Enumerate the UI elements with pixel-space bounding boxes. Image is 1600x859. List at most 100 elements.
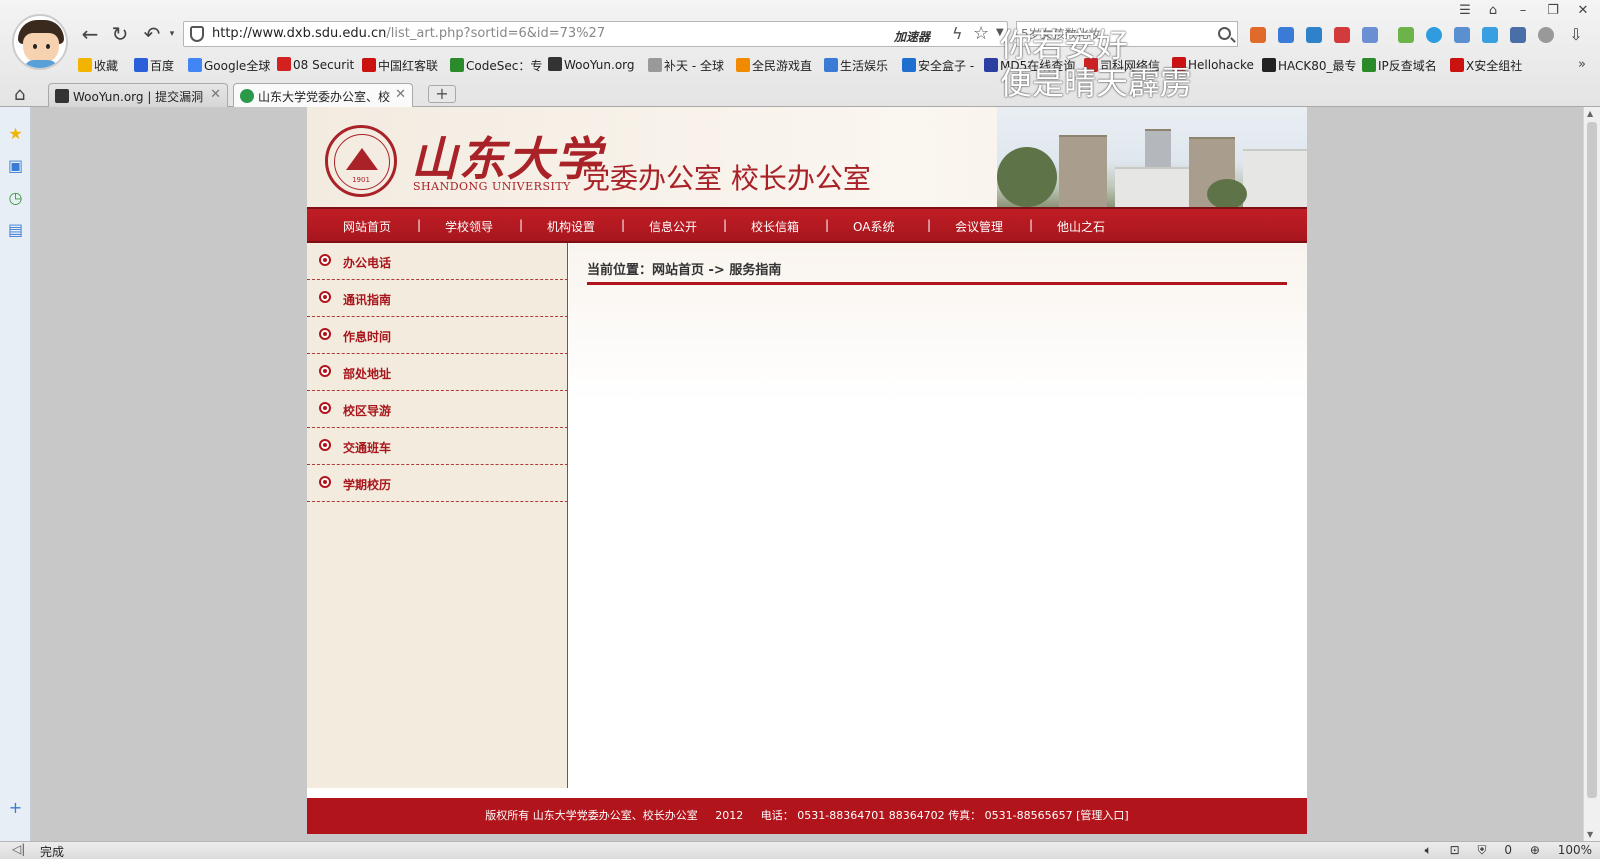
- google-icon: [188, 58, 202, 72]
- find-icon[interactable]: [1306, 27, 1322, 43]
- bullet-icon: [319, 365, 331, 377]
- scroll-down-icon[interactable]: ▼: [1587, 830, 1593, 839]
- menu-item[interactable]: 部处地址: [307, 354, 568, 391]
- lightning-icon[interactable]: ϟ: [952, 24, 963, 43]
- bookmark-item[interactable]: 补天 - 全球: [648, 57, 724, 74]
- nav-item[interactable]: 学校领导: [445, 218, 493, 235]
- close-tab-icon[interactable]: ✕: [210, 87, 221, 102]
- bullet-icon: [319, 291, 331, 303]
- nav-item[interactable]: 信息公开: [649, 218, 697, 235]
- bookmark-item[interactable]: 08 Securit: [277, 57, 354, 72]
- new-tab-button[interactable]: +: [428, 85, 456, 103]
- bookmark-item[interactable]: 收藏: [78, 57, 118, 74]
- tab-sdu[interactable]: 山东大学党委办公室、校 ✕: [233, 83, 413, 107]
- bookmark-item[interactable]: 生活娱乐: [824, 57, 888, 74]
- office-title: 党委办公室 校长办公室: [582, 162, 871, 195]
- nav-item[interactable]: OA系统: [853, 218, 894, 235]
- sidebar-toggle-icon[interactable]: ◁|: [12, 842, 25, 856]
- bookmark-label: X安全组社: [1466, 59, 1523, 73]
- nav-item[interactable]: 校长信箱: [751, 218, 799, 235]
- download-icon[interactable]: ⇩: [1568, 27, 1584, 43]
- hack80-icon: [1262, 58, 1276, 72]
- reading-icon[interactable]: ▣: [7, 157, 24, 174]
- favorites-icon[interactable]: ★: [7, 125, 24, 142]
- bullet-icon: [319, 439, 331, 451]
- screenshot-icon[interactable]: [1278, 27, 1294, 43]
- volume-icon[interactable]: 🔈︎: [1425, 843, 1432, 857]
- undo-dropdown-icon[interactable]: ▾: [160, 22, 184, 46]
- page-scrollbar[interactable]: ▲ ▼: [1583, 107, 1600, 841]
- scissors-icon[interactable]: [1362, 27, 1378, 43]
- add-sidebar-icon[interactable]: +: [7, 799, 24, 816]
- menu-item[interactable]: 交通班车: [307, 428, 568, 465]
- tab-wooyun[interactable]: WooYun.org | 提交漏洞 ✕: [48, 83, 228, 107]
- bookmark-item[interactable]: CodeSec：专: [450, 57, 542, 74]
- bullet-icon: [319, 476, 331, 488]
- user-avatar[interactable]: [12, 14, 68, 70]
- menu-item[interactable]: 办公电话: [307, 243, 568, 280]
- capture-icon[interactable]: ⊡: [1450, 843, 1460, 857]
- zoom-icon[interactable]: ⊕ 100%: [1530, 843, 1592, 857]
- scroll-thumb[interactable]: [1587, 122, 1597, 798]
- bookmark-label: 全民游戏直: [752, 59, 813, 73]
- bookmark-item[interactable]: 中国红客联: [362, 57, 438, 74]
- bullet-icon: [319, 402, 331, 414]
- admin-link[interactable]: [管理入口]: [1076, 809, 1129, 822]
- send-icon[interactable]: [1510, 27, 1526, 43]
- bookmark-label: HACK80_最专: [1278, 59, 1357, 73]
- back-icon[interactable]: ←: [78, 22, 102, 46]
- nav-separator: |: [723, 218, 728, 232]
- nav-item[interactable]: 会议管理: [955, 218, 1003, 235]
- game-icon[interactable]: [1398, 27, 1414, 43]
- adblock-icon[interactable]: ⛨ 0: [1478, 843, 1512, 857]
- tab-label: WooYun.org | 提交漏洞: [73, 90, 204, 104]
- address-url[interactable]: http://www.dxb.sdu.edu.cn/list_art.php?s…: [212, 26, 605, 41]
- search-icon[interactable]: [1218, 27, 1231, 40]
- address-bar[interactable]: http://www.dxb.sdu.edu.cn/list_art.php?s…: [183, 21, 1008, 47]
- menu-item[interactable]: 通讯指南: [307, 280, 568, 317]
- bookmark-item[interactable]: X安全组社: [1450, 57, 1522, 74]
- bookmark-item[interactable]: 全民游戏直: [736, 57, 812, 74]
- bookmark-item[interactable]: WooYun.org: [548, 57, 635, 72]
- bookmark-item[interactable]: 百度: [134, 57, 174, 74]
- secbox-icon: [902, 58, 916, 72]
- close-tab-icon[interactable]: ✕: [395, 87, 406, 102]
- menu-item-label: 校区导游: [343, 404, 392, 418]
- notes-icon[interactable]: ▤: [7, 221, 24, 238]
- restore-icon[interactable]: ❐: [1544, 3, 1562, 18]
- bookmark-item[interactable]: IP反查域名: [1362, 57, 1437, 74]
- tab-label: 山东大学党委办公室、校: [258, 90, 391, 104]
- bookmarks-overflow-icon[interactable]: »: [1578, 57, 1586, 72]
- bookmark-item[interactable]: Google全球: [188, 57, 270, 74]
- menu-item[interactable]: 校区导游: [307, 391, 568, 428]
- codesec-icon: [450, 58, 464, 72]
- bookmark-item[interactable]: HACK80_最专: [1262, 57, 1357, 74]
- nav-item[interactable]: 网站首页: [343, 218, 391, 235]
- menu-icon[interactable]: ☰: [1456, 3, 1474, 18]
- bookmark-label: 百度: [150, 59, 175, 73]
- menu-item[interactable]: 学期校历: [307, 465, 568, 502]
- accelerator-label[interactable]: 加速器: [894, 28, 930, 45]
- cloud-icon[interactable]: [1482, 27, 1498, 43]
- nav-item[interactable]: 他山之石: [1057, 218, 1105, 235]
- bookmark-star-icon[interactable]: ☆: [973, 23, 989, 44]
- wrench-icon[interactable]: [1454, 27, 1470, 43]
- site-nav: 网站首页 | 学校领导 | 机构设置 | 信息公开 | 校长信箱 | OA系统 | 会议管理 | 他山之石: [307, 207, 1307, 243]
- extension-icon[interactable]: [1250, 27, 1266, 43]
- home-icon[interactable]: ⌂: [14, 84, 25, 105]
- calendar-icon[interactable]: [1334, 27, 1350, 43]
- history-icon[interactable]: ◷: [7, 189, 24, 206]
- bookmark-item[interactable]: 安全盒子 -: [902, 57, 974, 74]
- more-icon[interactable]: [1538, 27, 1554, 43]
- close-window-icon[interactable]: ✕: [1574, 3, 1592, 18]
- scroll-up-icon[interactable]: ▲: [1587, 109, 1593, 118]
- minimize-icon[interactable]: –: [1514, 3, 1532, 18]
- menu-item[interactable]: 作息时间: [307, 317, 568, 354]
- nav-item[interactable]: 机构设置: [547, 218, 595, 235]
- web-page: 1901 山东大学 SHANDONG UNIVERSITY 党委办公室 校长办公…: [307, 107, 1307, 834]
- reload-icon[interactable]: ↻: [108, 22, 132, 46]
- skin-icon[interactable]: ⌂: [1484, 3, 1502, 18]
- status-text: 完成: [40, 845, 65, 859]
- globe-icon[interactable]: [1426, 27, 1442, 43]
- honker-icon: [362, 58, 376, 72]
